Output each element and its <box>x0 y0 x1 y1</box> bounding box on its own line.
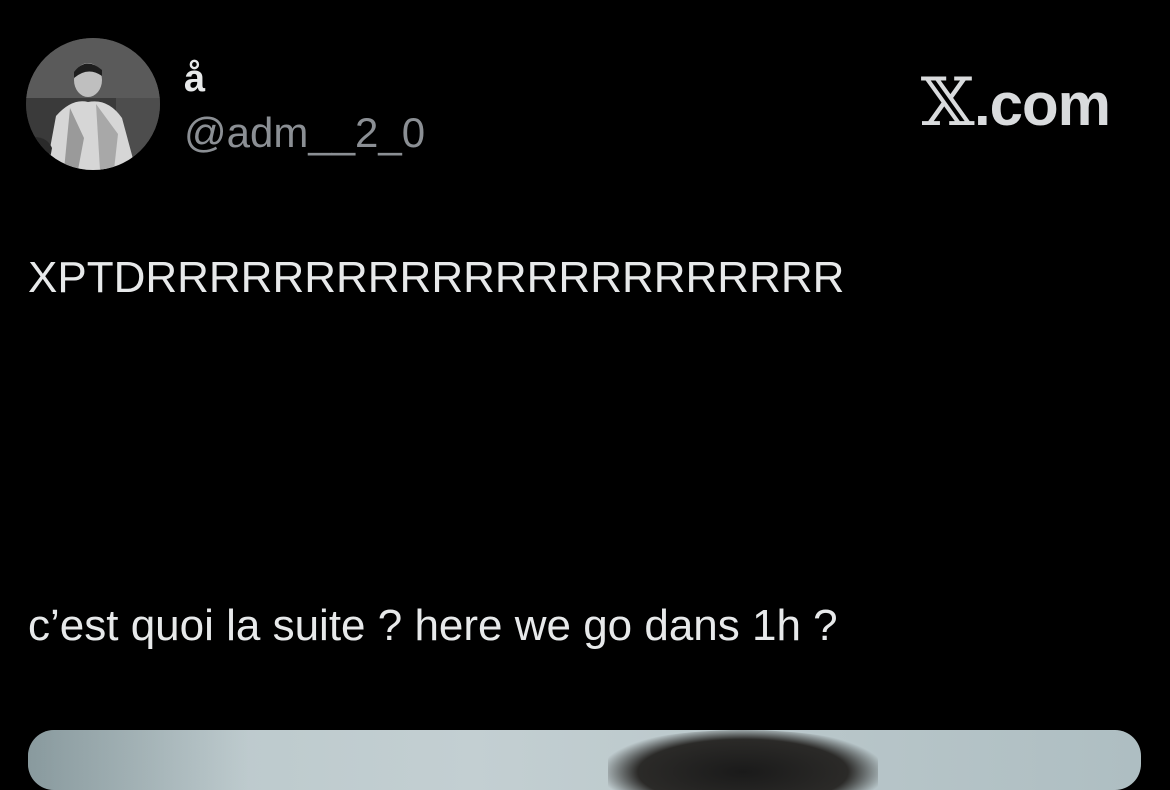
tweet-text-line-2: c’est quoi la suite ? here we go dans 1h… <box>28 601 838 650</box>
x-icon: 𝕏 <box>920 64 974 141</box>
brand-text: .com <box>973 71 1111 138</box>
media-shade <box>28 730 248 790</box>
x-logo: 𝕏.com <box>920 64 1111 141</box>
user-handle[interactable]: @adm__2_0 <box>184 109 425 156</box>
tweet-text-line-1: XPTDRRRRRRRRRRRRRRRRRRRRRR <box>28 253 845 302</box>
display-name[interactable]: å <box>184 60 205 98</box>
avatar[interactable] <box>26 38 160 170</box>
media-subject <box>608 730 878 790</box>
user-avatar-photo <box>26 38 160 170</box>
attached-image[interactable] <box>28 730 1141 790</box>
